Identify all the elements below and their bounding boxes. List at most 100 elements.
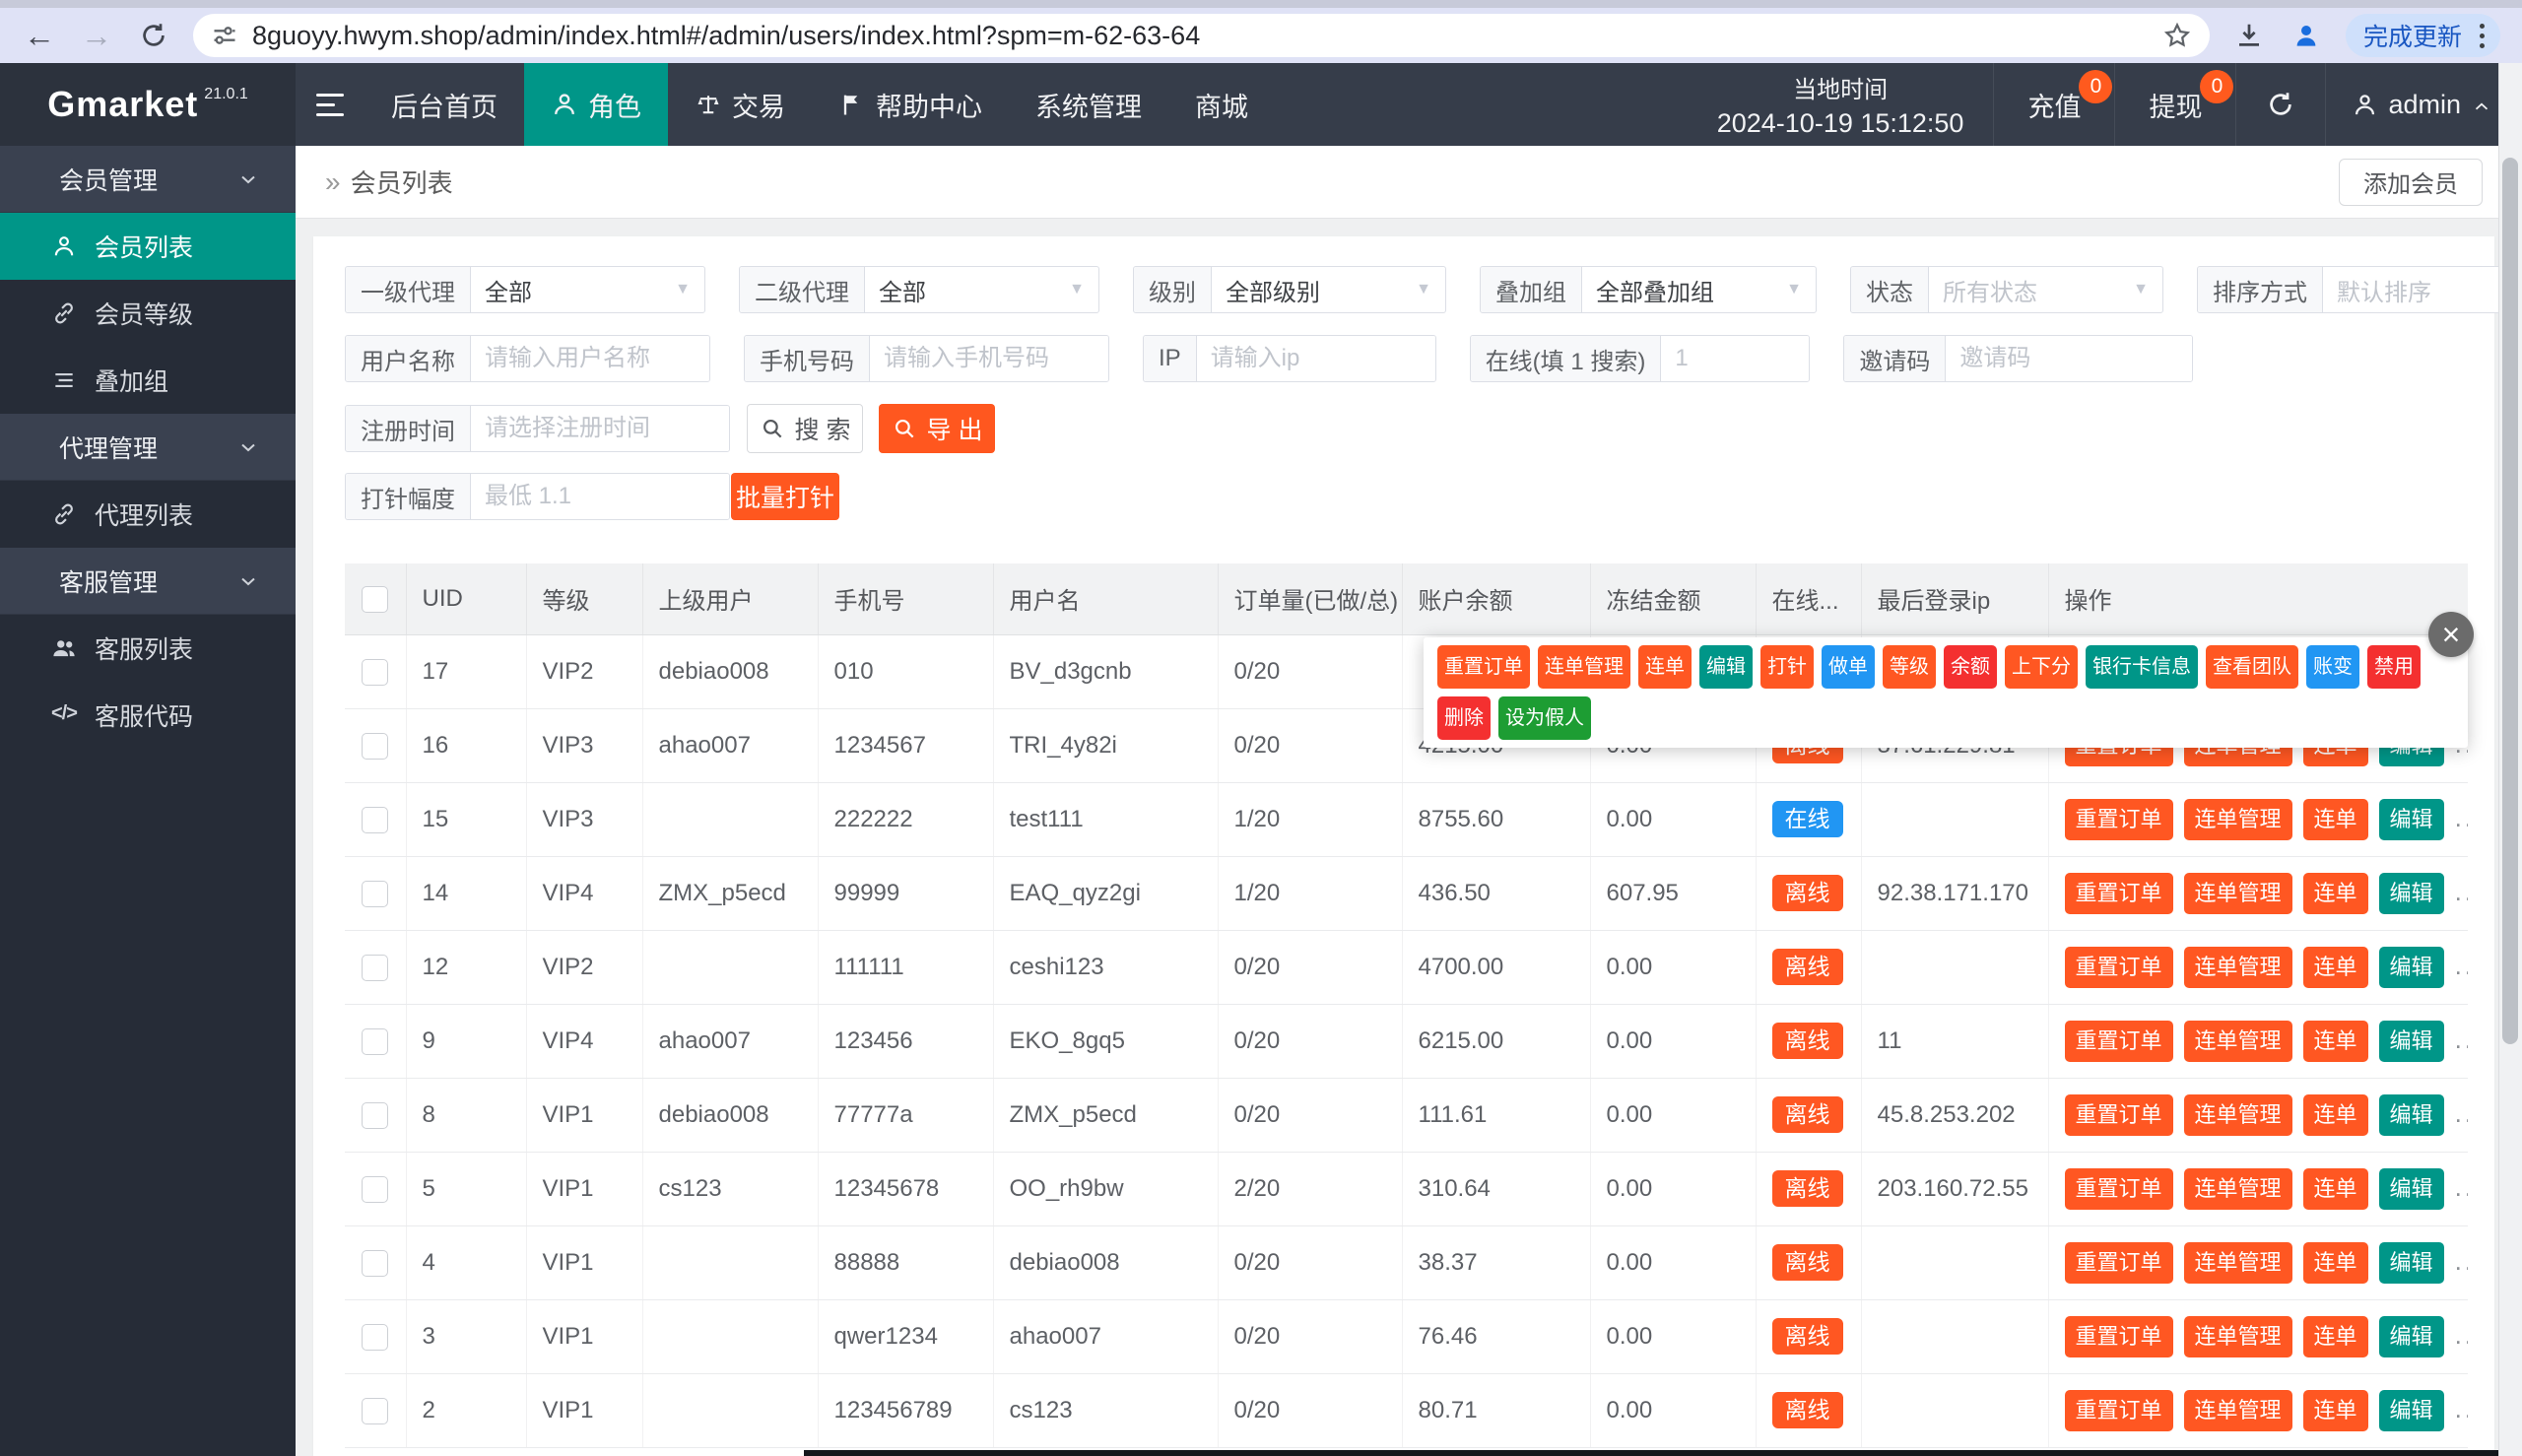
reset-order-button[interactable]: 重置订单 [1437,645,1530,689]
bank-card-info-button[interactable]: 银行卡信息 [2086,645,2198,689]
chain-order-button[interactable]: 连单 [2302,1093,2368,1136]
sidebar-item-member-list[interactable]: 会员列表 [0,213,296,280]
more-actions-button[interactable]: ... [2455,1172,2468,1202]
reset-order-button[interactable]: 重置订单 [2064,946,2173,988]
nav-item-system[interactable]: 系统管理 [1009,63,1168,146]
agent-level-2-select[interactable]: 全部 ▼ [865,267,1098,312]
needle-range-input[interactable] [471,474,729,519]
row-checkbox[interactable] [362,954,389,981]
chain-order-button[interactable]: 连单 [2302,798,2368,840]
chain-order-manage-button[interactable]: 连单管理 [1538,645,1630,689]
download-icon[interactable] [2231,18,2267,53]
stack-group-select[interactable]: 全部叠加组 ▼ [1582,267,1816,312]
chain-order-manage-button[interactable]: 连单管理 [2183,798,2292,840]
chain-order-button[interactable]: 连单 [2302,1315,2368,1357]
add-member-button[interactable]: 添加会员 [2339,158,2483,206]
search-button[interactable]: 搜 索 [747,404,863,453]
export-button[interactable]: 导 出 [879,404,995,453]
row-checkbox[interactable] [362,1323,389,1351]
menu-toggle-icon[interactable] [296,63,365,146]
close-icon[interactable]: × [2428,612,2474,657]
chain-order-manage-button[interactable]: 连单管理 [2183,1167,2292,1210]
username-input[interactable] [471,336,709,381]
chain-order-button[interactable]: 连单 [2302,1020,2368,1062]
nav-item-mall[interactable]: 商城 [1168,63,1275,146]
chain-order-button[interactable]: 连单 [2302,1241,2368,1284]
more-actions-button[interactable]: ... [2455,1025,2468,1054]
chain-order-manage-button[interactable]: 连单管理 [2183,872,2292,914]
sidebar-group-service-management[interactable]: 客服管理 [0,548,296,615]
row-checkbox[interactable] [362,1397,389,1424]
more-actions-button[interactable]: ... [2455,1394,2468,1423]
withdraw-button[interactable]: 提现 0 [2114,63,2235,146]
disable-button[interactable]: 禁用 [2367,645,2421,689]
chain-order-manage-button[interactable]: 连单管理 [2183,1315,2292,1357]
sidebar-group-member-management[interactable]: 会员管理 [0,146,296,213]
edit-button[interactable]: 编辑 [2378,1389,2444,1431]
ip-input[interactable] [1196,336,1435,381]
inject-button[interactable]: 打针 [1760,645,1814,689]
chain-order-manage-button[interactable]: 连单管理 [2183,1020,2292,1062]
reset-order-button[interactable]: 重置订单 [2064,1315,2173,1357]
view-team-button[interactable]: 查看团队 [2206,645,2298,689]
row-checkbox[interactable] [362,880,389,907]
batch-inject-button[interactable]: 批量打针 [731,473,839,520]
invite-code-input[interactable] [1946,336,2193,381]
reset-order-button[interactable]: 重置订单 [2064,872,2173,914]
scrollbar-thumb[interactable] [2502,158,2518,1044]
row-checkbox[interactable] [362,1249,389,1277]
refresh-button[interactable] [2235,63,2325,146]
phone-input[interactable] [870,336,1108,381]
chain-order-manage-button[interactable]: 连单管理 [2183,1389,2292,1431]
nav-item-roles[interactable]: 角色 [524,63,668,146]
edit-button[interactable]: 编辑 [2378,1315,2444,1357]
site-info-icon[interactable] [211,22,238,49]
sort-select[interactable]: 默认排序▼ [2323,267,2522,312]
chain-order-button[interactable]: 连单 [2302,946,2368,988]
sidebar-item-service-list[interactable]: 客服列表 [0,615,296,682]
chain-order-button[interactable]: 连单 [2302,1389,2368,1431]
row-checkbox[interactable] [362,658,389,686]
edit-button[interactable]: 编辑 [2378,1093,2444,1136]
row-checkbox[interactable] [362,1101,389,1129]
row-checkbox[interactable] [362,732,389,760]
chain-order-button[interactable]: 连单 [1638,645,1692,689]
reset-order-button[interactable]: 重置订单 [2064,798,2173,840]
more-actions-button[interactable]: ... [2455,877,2468,906]
more-actions-button[interactable]: ... [2455,1098,2468,1128]
register-time-input[interactable] [471,406,729,451]
select-all-checkbox[interactable] [362,585,389,613]
chain-order-button[interactable]: 连单 [2302,1167,2368,1210]
edit-button[interactable]: 编辑 [1699,645,1753,689]
sidebar-item-stack-group[interactable]: 叠加组 [0,347,296,414]
more-actions-button[interactable]: ... [2455,1320,2468,1350]
sidebar-group-agent-management[interactable]: 代理管理 [0,414,296,481]
online-input[interactable] [1661,336,1810,381]
make-order-button[interactable]: 做单 [1822,645,1875,689]
row-checkbox[interactable] [362,806,389,833]
updown-score-button[interactable]: 上下分 [2005,645,2078,689]
reset-order-button[interactable]: 重置订单 [2064,1389,2173,1431]
update-chip-button[interactable]: 完成更新 [2345,14,2500,57]
bookmark-star-icon[interactable] [2162,21,2192,50]
edit-button[interactable]: 编辑 [2378,1241,2444,1284]
agent-level-1-select[interactable]: 全部 ▼ [471,267,704,312]
reset-order-button[interactable]: 重置订单 [2064,1093,2173,1136]
recharge-button[interactable]: 充值 0 [1993,63,2114,146]
profile-avatar-icon[interactable] [2289,18,2324,53]
chain-order-button[interactable]: 连单 [2302,872,2368,914]
account-change-button[interactable]: 账变 [2306,645,2359,689]
edit-button[interactable]: 编辑 [2378,872,2444,914]
row-checkbox[interactable] [362,1027,389,1055]
row-checkbox[interactable] [362,1175,389,1203]
address-bar[interactable]: 8guoyy.hwym.shop/admin/index.html#/admin… [193,14,2210,57]
admin-menu[interactable]: admin [2325,63,2522,146]
page-scrollbar[interactable] [2498,63,2522,1456]
back-icon[interactable]: ← [22,18,57,53]
chain-order-manage-button[interactable]: 连单管理 [2183,1093,2292,1136]
reload-icon[interactable] [136,18,171,53]
nav-item-dashboard[interactable]: 后台首页 [365,63,524,146]
level-button[interactable]: 等级 [1883,645,1936,689]
reset-order-button[interactable]: 重置订单 [2064,1241,2173,1284]
reset-order-button[interactable]: 重置订单 [2064,1167,2173,1210]
